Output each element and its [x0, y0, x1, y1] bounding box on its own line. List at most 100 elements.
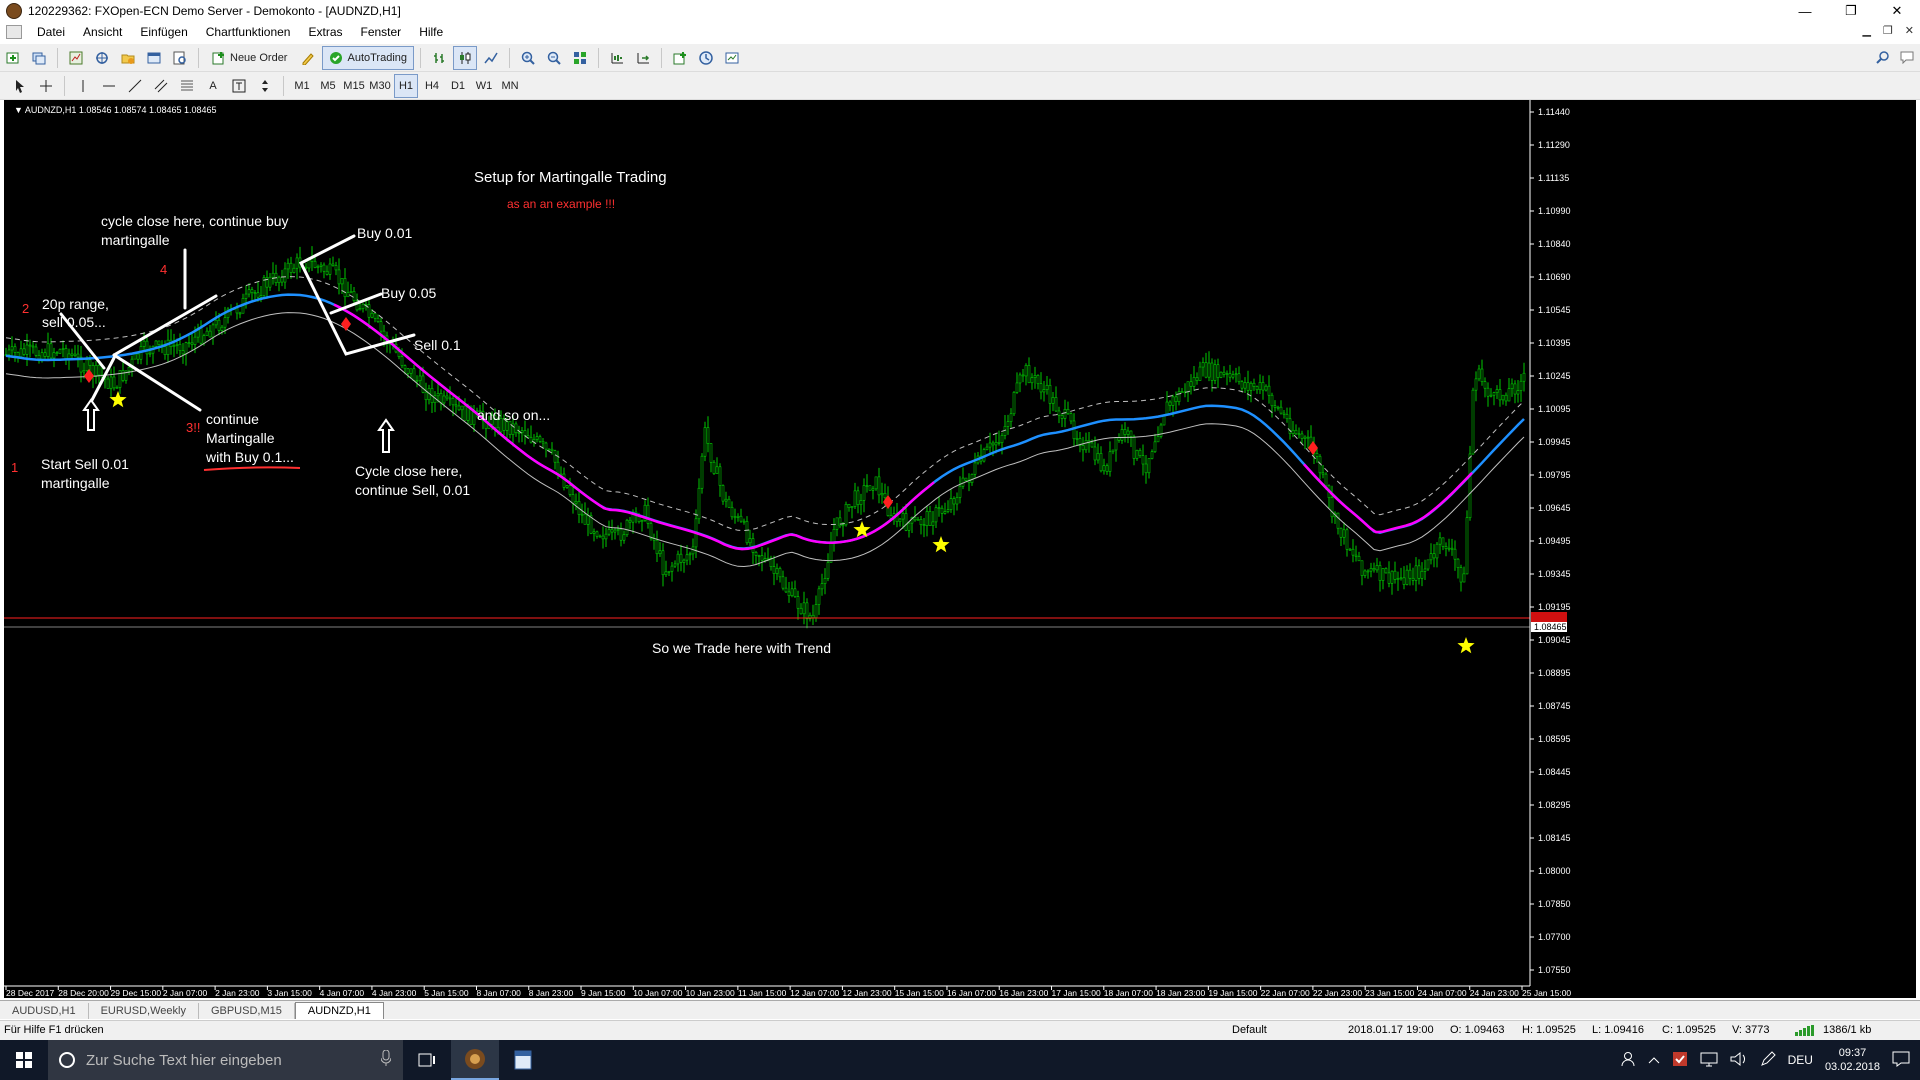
tab-gbpusd-m15[interactable]: GBPUSD,M15: [199, 1003, 295, 1019]
chat-icon[interactable]: [1900, 50, 1914, 67]
bar-chart-icon[interactable]: [427, 46, 451, 70]
candle-body: [655, 539, 659, 555]
minimize-button[interactable]: —: [1782, 0, 1828, 22]
candle-body: [1399, 577, 1403, 580]
candle-body: [1375, 565, 1379, 571]
mdi-close-icon[interactable]: ✕: [1905, 24, 1914, 37]
candle-body: [778, 568, 782, 578]
new-order-button[interactable]: Neue Order: [205, 46, 294, 70]
fibonacci-icon[interactable]: [175, 74, 199, 98]
chart-shift-icon[interactable]: [605, 46, 629, 70]
line-chart-icon[interactable]: [479, 46, 503, 70]
zoom-out-icon[interactable]: [542, 46, 566, 70]
candle-body: [1213, 364, 1217, 381]
menu-extras[interactable]: Extras: [299, 25, 351, 39]
candle-body: [136, 353, 140, 360]
tf-w1[interactable]: W1: [472, 74, 496, 98]
indicators-icon[interactable]: [668, 46, 692, 70]
candle-body: [1069, 413, 1073, 422]
tf-mn[interactable]: MN: [498, 74, 522, 98]
periods-icon[interactable]: [694, 46, 718, 70]
taskbar-search[interactable]: Zur Suche Text hier eingeben: [48, 1040, 403, 1080]
candle-body: [1423, 568, 1427, 572]
mt4-taskbar-icon[interactable]: [451, 1040, 499, 1080]
maximize-button[interactable]: ❐: [1828, 0, 1874, 22]
mdi-minimize-icon[interactable]: ▁: [1862, 24, 1870, 37]
tab-audnzd-h1[interactable]: AUDNZD,H1: [294, 1002, 384, 1019]
candlestick-icon[interactable]: [453, 45, 478, 70]
autotrading-button[interactable]: AutoTrading: [322, 45, 415, 70]
candle-body: [1072, 420, 1076, 440]
menu-fenster[interactable]: Fenster: [352, 25, 411, 39]
menu-hilfe[interactable]: Hilfe: [410, 25, 452, 39]
price-chart[interactable]: ▼ AUDNZD,H1 1.08546 1.08574 1.08465 1.08…: [4, 100, 1916, 998]
notifications-icon[interactable]: [1892, 1051, 1910, 1070]
candle-body: [1351, 548, 1355, 556]
candle-body: [16, 352, 20, 357]
time-label: 28 Dec 2017: [6, 988, 54, 998]
crosshair-icon[interactable]: [34, 74, 58, 98]
autoscroll-icon[interactable]: [631, 46, 655, 70]
menu-ansicht[interactable]: Ansicht: [74, 25, 131, 39]
antivirus-icon[interactable]: [1672, 1051, 1688, 1070]
volume-icon[interactable]: [1730, 1051, 1748, 1070]
microphone-icon[interactable]: [380, 1049, 392, 1070]
new-chart-icon[interactable]: [1, 46, 25, 70]
chart-window[interactable]: ▼ AUDNZD,H1 1.08546 1.08574 1.08465 1.08…: [4, 100, 1916, 998]
candle-body: [1249, 382, 1253, 391]
arrows-icon[interactable]: [253, 74, 277, 98]
candle-body: [457, 405, 461, 411]
network-icon[interactable]: [1700, 1051, 1718, 1070]
menu-chartfunktionen[interactable]: Chartfunktionen: [197, 25, 300, 39]
clock[interactable]: 09:37 03.02.2018: [1825, 1046, 1880, 1074]
app2-taskbar-icon[interactable]: [499, 1040, 547, 1080]
trendline-icon[interactable]: [123, 74, 147, 98]
templates-icon[interactable]: [720, 46, 744, 70]
candle-body: [724, 498, 728, 502]
navigator-icon[interactable]: [116, 46, 140, 70]
tf-h4[interactable]: H4: [420, 74, 444, 98]
menu-einfuegen[interactable]: Einfügen: [131, 25, 196, 39]
tf-m15[interactable]: M15: [342, 74, 366, 98]
channel-icon[interactable]: [149, 74, 173, 98]
terminal-icon[interactable]: [142, 46, 166, 70]
text-tool-icon[interactable]: A: [201, 74, 225, 98]
market-watch-icon[interactable]: [64, 46, 88, 70]
tf-m1[interactable]: M1: [290, 74, 314, 98]
candle-body: [1006, 421, 1010, 427]
time-label: 10 Jan 07:00: [633, 988, 682, 998]
tile-windows-icon[interactable]: [568, 46, 592, 70]
data-window-icon[interactable]: [90, 46, 114, 70]
tab-audusd-h1[interactable]: AUDUSD,H1: [0, 1003, 89, 1019]
mdi-restore-icon[interactable]: ❐: [1883, 24, 1893, 37]
tf-h1[interactable]: H1: [394, 73, 418, 98]
metaeditor-icon[interactable]: [296, 46, 320, 70]
language-indicator[interactable]: DEU: [1788, 1053, 1813, 1067]
candle-body: [1132, 436, 1136, 459]
text-label-icon[interactable]: [227, 74, 251, 98]
chevron-up-icon[interactable]: [1648, 1053, 1660, 1067]
app-icon[interactable]: [6, 3, 22, 19]
strategy-tester-icon[interactable]: [168, 46, 192, 70]
candle-body: [367, 304, 371, 318]
candle-body: [1228, 373, 1232, 378]
people-icon[interactable]: [1620, 1051, 1636, 1070]
profiles-icon[interactable]: [27, 46, 51, 70]
search-icon[interactable]: [1876, 50, 1890, 67]
menu-datei[interactable]: Datei: [28, 25, 74, 39]
tf-m30[interactable]: M30: [368, 74, 392, 98]
horizontal-line-icon[interactable]: [97, 74, 121, 98]
tf-d1[interactable]: D1: [446, 74, 470, 98]
candle-body: [1195, 377, 1199, 381]
task-view-icon[interactable]: [403, 1040, 451, 1080]
tf-m5[interactable]: M5: [316, 74, 340, 98]
pen-icon[interactable]: [1760, 1050, 1776, 1070]
zoom-in-icon[interactable]: [516, 46, 540, 70]
document-icon[interactable]: [6, 25, 22, 39]
windows-start-icon[interactable]: [0, 1040, 48, 1080]
tab-eurusd-weekly[interactable]: EURUSD,Weekly: [89, 1003, 199, 1019]
cursor-icon[interactable]: [8, 74, 32, 98]
vertical-line-icon[interactable]: [71, 74, 95, 98]
close-button[interactable]: ✕: [1874, 0, 1920, 22]
candle-body: [1354, 554, 1358, 557]
